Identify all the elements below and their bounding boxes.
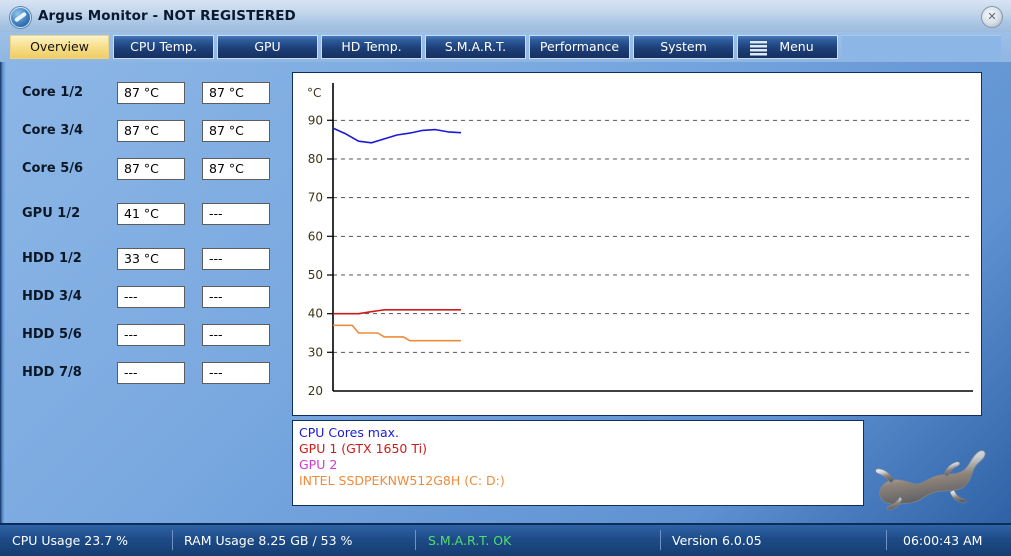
chart-y-tick-label: 40 [308, 307, 323, 321]
tab-label: CPU Temp. [130, 39, 197, 54]
tab-label: S.M.A.R.T. [444, 39, 507, 54]
close-button[interactable]: ✕ [981, 6, 1003, 28]
sensor-value-field[interactable]: 87 °C [202, 158, 270, 180]
status-separator [886, 530, 887, 550]
sensor-label-hdd-1-2: HDD 1/2 [22, 251, 82, 266]
tab-strip: Overview CPU Temp. GPU HD Temp. S.M.A.R.T. Pe… [0, 32, 1011, 62]
tab-strip-filler [842, 35, 1001, 60]
tab-label: Menu [779, 39, 814, 54]
sensor-value-field[interactable]: 41 °C [117, 203, 185, 225]
sensor-label-hdd-7-8: HDD 7/8 [22, 365, 82, 380]
chart-axis [327, 83, 973, 392]
sensor-row: Core 5/6 87 °C 87 °C [0, 158, 290, 180]
legend-item: GPU 2 [299, 457, 338, 472]
legend-item: CPU Cores max. [299, 425, 400, 440]
chart-y-tick-label: 20 [308, 384, 323, 398]
status-smart: S.M.A.R.T. OK [428, 533, 512, 548]
sensor-value-field[interactable]: 33 °C [117, 248, 185, 270]
sensor-row: Core 3/4 87 °C 87 °C [0, 120, 290, 142]
sensor-value-field[interactable]: 87 °C [117, 82, 185, 104]
sensor-value-field[interactable]: 87 °C [117, 120, 185, 142]
sensor-row: HDD 5/6 --- --- [0, 324, 290, 346]
chart-legend: CPU Cores max. GPU 1 (GTX 1650 Ti) GPU 2 IN… [292, 420, 864, 506]
sensor-row: GPU 1/2 41 °C --- [0, 203, 290, 225]
sensor-row: HDD 3/4 --- --- [0, 286, 290, 308]
tab-hd-temp[interactable]: HD Temp. [321, 35, 422, 59]
chart-y-tick-label: 60 [308, 229, 323, 243]
status-ram-usage: RAM Usage 8.25 GB / 53 % [184, 533, 353, 548]
status-separator [172, 530, 173, 550]
argus-monitor-window: Argus Monitor - NOT REGISTERED ✕ Overvie… [0, 0, 1011, 556]
chart-y-tick-label: 50 [308, 268, 323, 282]
status-bar: CPU Usage 23.7 % RAM Usage 8.25 GB / 53 … [0, 523, 1011, 556]
sensor-readout-panel: Core 1/2 87 °C 87 °C Core 3/4 87 °C 87 °C Core… [0, 62, 290, 402]
tab-label: GPU [254, 39, 281, 54]
status-separator [660, 530, 661, 550]
chart-series-line [333, 309, 461, 315]
chart-y-tick-label: 30 [308, 345, 323, 359]
sensor-label-core-5-6: Core 5/6 [22, 161, 84, 176]
window-title: Argus Monitor - NOT REGISTERED [38, 8, 296, 24]
sensor-value-field[interactable]: --- [202, 362, 270, 384]
legend-item: INTEL SSDPEKNW512G8H (C: D:) [299, 473, 505, 488]
tab-menu[interactable]: Menu [737, 35, 838, 59]
status-separator [415, 530, 416, 550]
sensor-value-field[interactable]: --- [202, 324, 270, 346]
sensor-value-field[interactable]: 87 °C [202, 82, 270, 104]
tab-label: Performance [539, 39, 620, 54]
chart-y-tick-label: 80 [308, 152, 323, 166]
chart-series-line [333, 324, 461, 342]
hamburger-menu-icon [750, 41, 767, 55]
sensor-label-hdd-3-4: HDD 3/4 [22, 289, 82, 304]
sensor-value-field[interactable]: 87 °C [202, 120, 270, 142]
chart-y-tick-label: 90 [308, 113, 323, 127]
status-cpu-usage: CPU Usage 23.7 % [12, 533, 128, 548]
sensor-value-field[interactable]: --- [117, 362, 185, 384]
status-time: 06:00:43 AM [903, 533, 983, 548]
sensor-label-core-1-2: Core 1/2 [22, 85, 84, 100]
temperature-chart: 20 30 40 50 60 70 80 90 °C [292, 72, 982, 416]
sensor-label-hdd-5-6: HDD 5/6 [22, 327, 82, 342]
sensor-label-gpu-1-2: GPU 1/2 [22, 206, 81, 221]
sensor-label-core-3-4: Core 3/4 [22, 123, 84, 138]
temperature-chart-svg: 20 30 40 50 60 70 80 90 °C [307, 83, 973, 398]
sensor-row: HDD 1/2 33 °C --- [0, 248, 290, 270]
tab-gpu[interactable]: GPU [217, 35, 318, 59]
sensor-value-field[interactable]: --- [202, 286, 270, 308]
sensor-row: HDD 7/8 --- --- [0, 362, 290, 384]
tab-overview[interactable]: Overview [10, 35, 109, 59]
tab-s-m-a-r-t[interactable]: S.M.A.R.T. [425, 35, 526, 59]
argus-logo-icon [10, 7, 31, 28]
tab-label: HD Temp. [341, 39, 402, 54]
chart-series-line [332, 127, 462, 144]
sensor-value-field[interactable]: --- [202, 248, 270, 270]
sensor-value-field[interactable]: --- [202, 203, 270, 225]
chart-y-tick-labels: 20 30 40 50 60 70 80 90 [308, 113, 323, 398]
tab-system[interactable]: System [633, 35, 734, 59]
sensor-row: Core 1/2 87 °C 87 °C [0, 82, 290, 104]
status-version: Version 6.0.05 [672, 533, 762, 548]
tab-cpu-temp[interactable]: CPU Temp. [113, 35, 214, 59]
title-bar: Argus Monitor - NOT REGISTERED ✕ [0, 0, 1011, 33]
tab-label: System [660, 39, 707, 54]
tab-performance[interactable]: Performance [529, 35, 630, 59]
sensor-value-field[interactable]: --- [117, 286, 185, 308]
lizard-logo-icon [875, 450, 986, 511]
sensor-value-field[interactable]: --- [117, 324, 185, 346]
legend-item: GPU 1 (GTX 1650 Ti) [299, 441, 427, 456]
tab-label: Overview [30, 39, 89, 54]
main-content: Core 1/2 87 °C 87 °C Core 3/4 87 °C 87 °C Core… [0, 62, 1011, 523]
sensor-value-field[interactable]: 87 °C [117, 158, 185, 180]
chart-y-tick-label: 70 [308, 191, 323, 205]
chart-y-axis-label: °C [307, 86, 321, 100]
chart-gridlines [333, 119, 973, 353]
close-icon: ✕ [987, 10, 997, 23]
chart-series-lines [332, 127, 462, 342]
